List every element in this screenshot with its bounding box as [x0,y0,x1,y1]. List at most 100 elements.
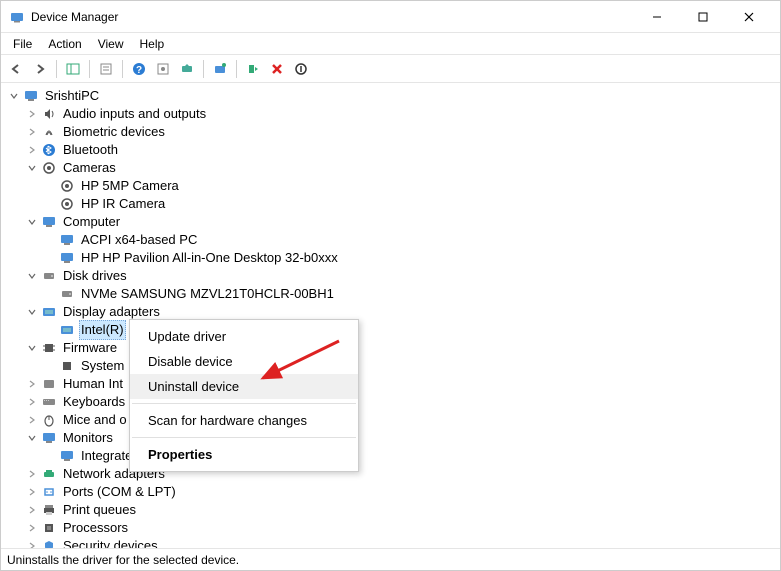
chevron-down-icon[interactable] [25,341,39,355]
ctx-separator [132,437,356,438]
chevron-right-icon[interactable] [25,143,39,157]
chevron-right-icon[interactable] [25,107,39,121]
tree-category[interactable]: Human Int [3,375,778,393]
tree-category[interactable]: Monitors [3,429,778,447]
toolbar-separator [89,60,90,78]
uninstall-device-button[interactable] [266,58,288,80]
tree-device[interactable]: ACPI x64-based PC [3,231,778,249]
chevron-down-icon[interactable] [25,269,39,283]
scan-hardware-button[interactable] [209,58,231,80]
tree-label: HP IR Camera [79,195,167,213]
toolbar-separator [122,60,123,78]
statusbar: Uninstalls the driver for the selected d… [1,548,780,570]
chevron-right-icon[interactable] [25,467,39,481]
menu-view[interactable]: View [90,35,132,53]
back-button[interactable] [5,58,27,80]
ctx-update-driver[interactable]: Update driver [130,324,358,349]
menu-action[interactable]: Action [40,35,89,53]
svg-text:?: ? [136,65,142,76]
enable-device-button[interactable] [242,58,264,80]
tree-category[interactable]: Bluetooth [3,141,778,159]
display-adapter-icon [41,304,57,320]
keyboard-icon [41,394,57,410]
tree-category[interactable]: Display adapters [3,303,778,321]
tree-device-selected[interactable]: Intel(R) [3,321,778,339]
tree-label: Security devices [61,537,160,548]
tree-category[interactable]: Mice and o [3,411,778,429]
device-tree[interactable]: SrishtiPC Audio inputs and outputs Biome… [1,83,780,548]
tree-device[interactable]: HP 5MP Camera [3,177,778,195]
tree-category[interactable]: Audio inputs and outputs [3,105,778,123]
chevron-right-icon[interactable] [25,125,39,139]
tree-category[interactable]: Print queues [3,501,778,519]
tree-root[interactable]: SrishtiPC [3,87,778,105]
mouse-icon [41,412,57,428]
chevron-right-icon[interactable] [25,539,39,548]
tree-category[interactable]: Firmware [3,339,778,357]
ctx-disable-device[interactable]: Disable device [130,349,358,374]
tree-label: Print queues [61,501,138,519]
properties-button[interactable] [95,58,117,80]
monitor-icon [41,214,57,230]
menu-help[interactable]: Help [132,35,173,53]
tree-device[interactable]: HP IR Camera [3,195,778,213]
device-manager-window: Device Manager File Action View Help ? [0,0,781,571]
chevron-down-icon[interactable] [7,89,21,103]
chevron-right-icon[interactable] [25,395,39,409]
chevron-right-icon[interactable] [25,413,39,427]
tree-category[interactable]: Cameras [3,159,778,177]
ctx-scan-hardware[interactable]: Scan for hardware changes [130,408,358,433]
chevron-down-icon[interactable] [25,215,39,229]
tree-category[interactable]: Ports (COM & LPT) [3,483,778,501]
app-icon [9,9,25,25]
minimize-button[interactable] [634,1,680,32]
chevron-right-icon[interactable] [25,377,39,391]
tree-label: Cameras [61,159,118,177]
monitor-icon [59,232,75,248]
disable-device-button[interactable] [290,58,312,80]
window-controls [634,1,772,32]
toolbar-separator [56,60,57,78]
chevron-down-icon[interactable] [25,431,39,445]
tree-label: Disk drives [61,267,129,285]
tree-label: Computer [61,213,122,231]
tree-label: Processors [61,519,130,537]
update-driver-button[interactable] [176,58,198,80]
tree-label: Biometric devices [61,123,167,141]
chevron-down-icon[interactable] [25,305,39,319]
tree-category[interactable]: Network adapters [3,465,778,483]
ctx-properties[interactable]: Properties [130,442,358,467]
action-button[interactable] [152,58,174,80]
tree-device[interactable]: Integrated Monitor (HP All-In-One) [3,447,778,465]
chevron-down-icon[interactable] [25,161,39,175]
port-icon [41,484,57,500]
menu-file[interactable]: File [5,35,40,53]
forward-button[interactable] [29,58,51,80]
maximize-button[interactable] [680,1,726,32]
help-button[interactable]: ? [128,58,150,80]
tree-category[interactable]: Security devices [3,537,778,548]
tree-category[interactable]: Biometric devices [3,123,778,141]
tree-label: Audio inputs and outputs [61,105,208,123]
show-hide-tree-button[interactable] [62,58,84,80]
monitor-icon [41,430,57,446]
camera-icon [41,160,57,176]
fingerprint-icon [41,124,57,140]
chevron-right-icon[interactable] [25,503,39,517]
tree-category[interactable]: Computer [3,213,778,231]
ctx-uninstall-device[interactable]: Uninstall device [130,374,358,399]
tree-device[interactable]: HP HP Pavilion All-in-One Desktop 32-b0x… [3,249,778,267]
tree-category[interactable]: Keyboards [3,393,778,411]
tree-label: Ports (COM & LPT) [61,483,178,501]
tree-label: Intel(R) [79,320,126,340]
tree-category[interactable]: Disk drives [3,267,778,285]
tree-label: NVMe SAMSUNG MZVL21T0HCLR-00BH1 [79,285,336,303]
tree-device[interactable]: System [3,357,778,375]
cpu-icon [41,520,57,536]
tree-device[interactable]: NVMe SAMSUNG MZVL21T0HCLR-00BH1 [3,285,778,303]
tree-category[interactable]: Processors [3,519,778,537]
chevron-right-icon[interactable] [25,485,39,499]
tree-label: Mice and o [61,411,129,429]
chevron-right-icon[interactable] [25,521,39,535]
close-button[interactable] [726,1,772,32]
